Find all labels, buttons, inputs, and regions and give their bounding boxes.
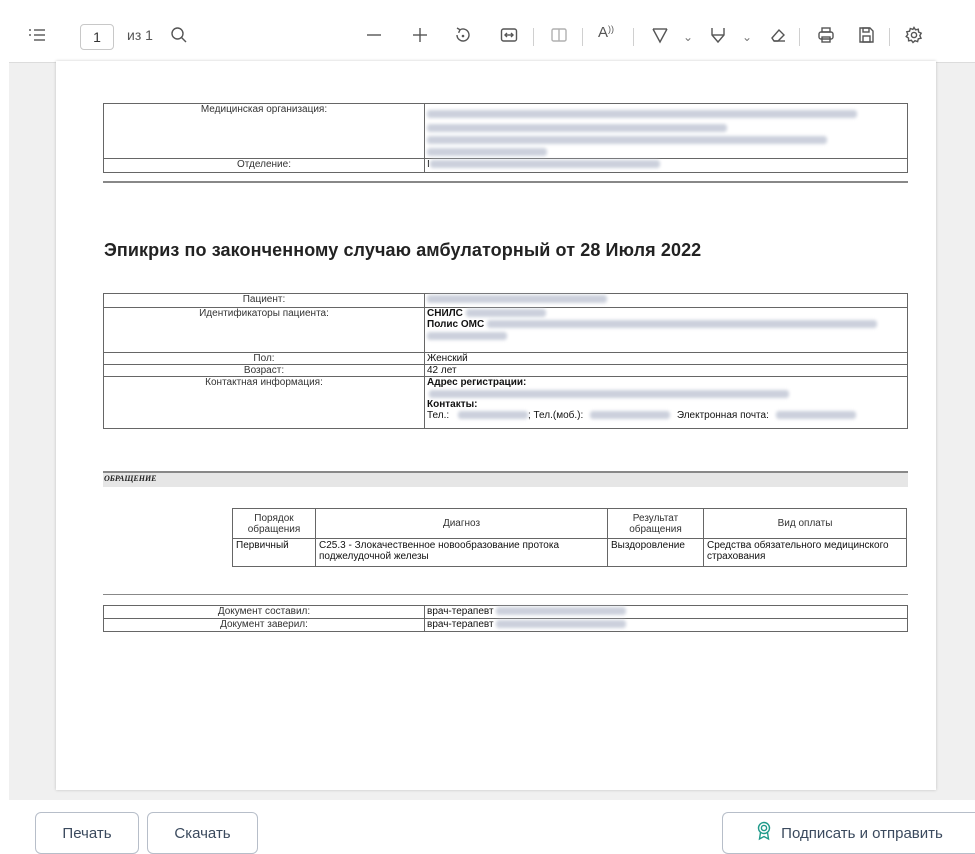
certificate-icon [755, 821, 773, 845]
eraser-icon[interactable] [769, 26, 787, 49]
sign-and-send-label: Подписать и отправить [781, 824, 943, 842]
chevron-down-icon[interactable]: ⌄ [683, 30, 693, 44]
visit-table: Порядок обращения Диагноз Результат обра… [232, 508, 907, 567]
visit-result-cell: Выздоровление [607, 538, 704, 567]
sex-label: Пол: [103, 352, 425, 365]
email-label: Электронная почта: [676, 410, 769, 421]
dept-value: I [424, 158, 908, 173]
toolbar-separator [533, 28, 534, 46]
save-icon[interactable] [857, 26, 875, 49]
patient-ids-label: Идентификаторы пациента: [103, 307, 425, 353]
sign-and-send-button[interactable]: Подписать и отправить [722, 812, 975, 854]
signers-divider [103, 594, 908, 595]
contacts-label: Контакты: [427, 399, 478, 410]
rotate-icon[interactable] [454, 26, 472, 49]
organization-table: Медицинская организация: Отделение: I [103, 103, 908, 173]
two-page-icon[interactable] [550, 26, 568, 49]
section-title: ОБРАЩЕНИЕ [104, 474, 157, 483]
section-header-bar [103, 471, 908, 487]
dept-label: Отделение: [103, 158, 425, 173]
document-title: Эпикриз по законченному случаю амбулатор… [104, 240, 702, 260]
page-count-label: из 1 [127, 27, 153, 43]
visit-header-diagnosis: Диагноз [315, 508, 608, 539]
read-aloud-icon[interactable]: A)) [598, 24, 614, 41]
visit-order-cell: Первичный [232, 538, 316, 567]
age-value: 42 лет [424, 364, 908, 377]
signers-table: Документ составил: врач-терапевт Докумен… [103, 605, 908, 632]
address-label: Адрес регистрации: [427, 377, 527, 388]
pdf-toolbar: из 1 A)) ⌄ ⌄ [9, 10, 975, 63]
composed-value: врач-терапевт [424, 605, 908, 619]
certified-value: врач-терапевт [424, 618, 908, 632]
composed-label: Документ составил: [103, 605, 425, 619]
oms-label: Полис ОМС [427, 319, 485, 330]
print-button[interactable]: Печать [35, 812, 139, 854]
org-label: Медицинская организация: [103, 103, 425, 159]
certified-label: Документ заверил: [103, 618, 425, 632]
toolbar-separator [889, 28, 890, 46]
page-number-input[interactable] [80, 24, 114, 50]
visit-header-payment: Вид оплаты [703, 508, 907, 539]
patient-value [424, 293, 908, 308]
toolbar-separator [633, 28, 634, 46]
settings-icon[interactable] [905, 26, 923, 49]
download-button[interactable]: Скачать [147, 812, 258, 854]
contact-value: Адрес регистрации: Контакты: Тел.: ; Тел… [424, 376, 908, 429]
toolbar-separator [582, 28, 583, 46]
header-divider [103, 181, 908, 183]
visit-header-result: Результат обращения [607, 508, 704, 539]
vertical-scrollbar[interactable] [957, 63, 975, 800]
age-label: Возраст: [103, 364, 425, 377]
org-value [424, 103, 908, 159]
dialog-top-edge [0, 0, 975, 10]
fit-width-icon[interactable] [500, 26, 518, 49]
sex-value: Женский [424, 352, 908, 365]
patient-ids-value: СНИЛС Полис ОМС [424, 307, 908, 353]
toc-icon[interactable] [28, 26, 46, 49]
contact-label: Контактная информация: [103, 376, 425, 429]
highlight-icon[interactable] [709, 26, 727, 49]
visit-header-order: Порядок обращения [232, 508, 316, 539]
zoom-out-icon[interactable] [365, 26, 383, 49]
patient-table: Пациент: Идентификаторы пациента: СНИЛС … [103, 293, 908, 429]
snils-label: СНИЛС [427, 308, 463, 319]
zoom-in-icon[interactable] [411, 26, 429, 49]
mob-label: ; Тел.(моб.): [527, 410, 584, 421]
print-icon[interactable] [817, 26, 835, 49]
patient-label: Пациент: [103, 293, 425, 308]
search-icon[interactable] [170, 26, 188, 49]
tel-label: Тел.: [427, 410, 450, 421]
visit-payment-cell: Средства обязательного медицинского стра… [703, 538, 907, 567]
visit-diagnosis-cell: C25.3 - Злокачественное новообразование … [315, 538, 608, 567]
toolbar-separator [799, 28, 800, 46]
chevron-down-icon[interactable]: ⌄ [742, 30, 752, 44]
draw-icon[interactable] [651, 26, 669, 49]
